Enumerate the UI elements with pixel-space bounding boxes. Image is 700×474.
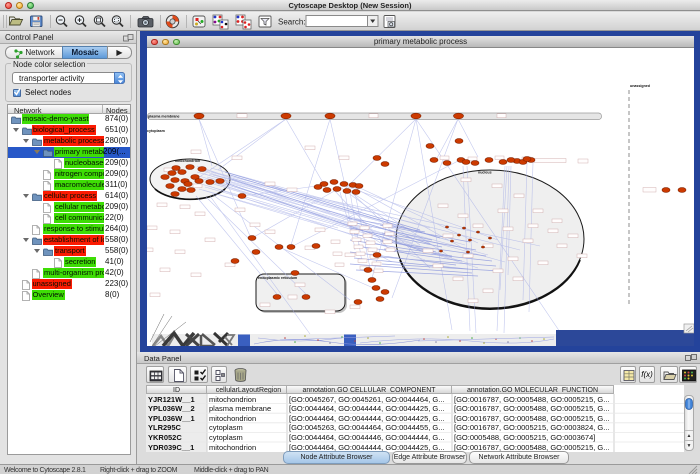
svg-text:mitochondrion: mitochondrion — [175, 159, 200, 163]
svg-text:nucleus: nucleus — [478, 171, 492, 175]
svg-text:endoplasmic reticulum: endoplasmic reticulum — [258, 276, 297, 280]
svg-text:Search:: Search: — [278, 18, 306, 27]
svg-text:unassigned: unassigned — [630, 84, 650, 88]
svg-text:cytoplasm: cytoplasm — [147, 129, 165, 133]
svg-text:plasma membrane: plasma membrane — [148, 115, 180, 119]
